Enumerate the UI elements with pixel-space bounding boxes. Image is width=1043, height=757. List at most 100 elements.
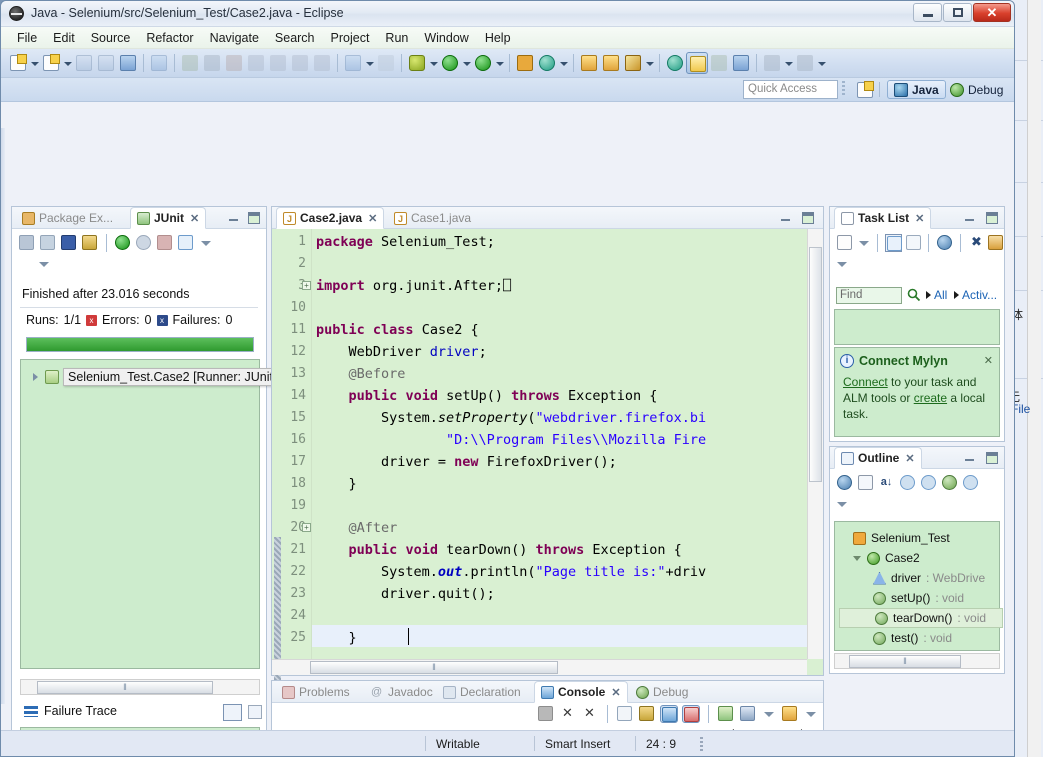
hide-fields-icon[interactable] [899,474,917,492]
print-icon[interactable] [117,52,139,74]
outline-item-selenium-test[interactable]: Selenium_Test [853,528,950,548]
compare-result-icon[interactable] [223,704,242,721]
show-failures-only-icon[interactable] [60,234,78,252]
junit-minimize-icon[interactable] [228,212,240,224]
menu-item-project[interactable]: Project [323,29,378,47]
step-into-icon[interactable] [245,52,267,74]
editor-vertical-scrollbar[interactable] [807,229,823,659]
tab-task-list-close-icon[interactable]: ✕ [915,212,924,225]
mylyn-connect-link[interactable]: Connect [843,375,888,389]
menu-item-help[interactable]: Help [477,29,519,47]
run-dropdown-icon[interactable] [461,52,472,74]
junit-toolbar-overflow-icon[interactable] [36,257,52,271]
forward-dropdown-icon[interactable] [816,52,827,74]
focus-on-active-task-icon[interactable] [836,474,854,492]
fold-toggle-icon[interactable]: + [302,523,311,532]
step-over-icon[interactable] [267,52,289,74]
source-code[interactable]: package Selenium_Test; import org.junit.A… [312,229,807,659]
remove-launch-icon[interactable]: ✕ [559,705,577,723]
pin-editor-icon[interactable] [686,52,708,74]
chevron-right-icon[interactable] [31,372,41,382]
tab-package-explorer[interactable]: Package Ex... [16,207,119,229]
editor-horizontal-scrollbar[interactable]: ‖ [272,659,807,675]
tab-case2-java[interactable]: J Case2.java ✕ [276,207,385,229]
show-console-on-output-icon[interactable] [660,705,678,723]
outline-item-teardown[interactable]: tearDown() : void [839,608,1003,628]
editor-vscroll-thumb[interactable] [809,247,822,482]
open-type-icon[interactable] [375,52,397,74]
rerun-test-icon[interactable] [114,234,132,252]
new-annotation-icon[interactable] [536,52,558,74]
outline-hscroll-thumb[interactable]: ‖ [849,655,961,668]
new-java-class-icon[interactable] [40,52,62,74]
junit-view-menu-icon[interactable] [198,236,214,250]
back-dropdown-icon[interactable] [783,52,794,74]
remove-all-terminated-icon[interactable]: ✕ [581,705,599,723]
search-icon[interactable] [906,287,922,304]
tab-case1-java[interactable]: J Case1.java [388,207,477,229]
tab-debug[interactable]: Debug [630,681,694,703]
menu-item-navigate[interactable]: Navigate [202,29,267,47]
tab-javadoc[interactable]: @ Javadoc [365,681,439,703]
menu-item-edit[interactable]: Edit [45,29,83,47]
pin-console-icon[interactable] [717,705,735,723]
junit-results-tree[interactable]: Selenium_Test.Case2 [Runner: JUnit 4] (2… [20,359,352,669]
fold-toggle-icon[interactable]: + [302,281,311,290]
outline-item-driver[interactable]: driver : WebDrive [873,568,985,588]
maximize-button[interactable] [943,3,972,22]
new-java-class-dropdown-icon[interactable] [62,52,73,74]
new-junit-test-icon[interactable] [514,52,536,74]
editor-text-area[interactable]: package Selenium_Test; import org.junit.A… [272,229,823,691]
quick-access-input[interactable]: Quick Access [743,80,838,99]
stop-icon[interactable] [156,234,174,252]
editor-maximize-icon[interactable] [802,212,814,224]
rerun-failed-icon[interactable] [135,234,153,252]
new-task-dropdown-icon[interactable] [856,236,871,250]
new-wizard-icon[interactable] [7,52,29,74]
task-filter-all[interactable]: All [926,288,947,302]
new-task-icon[interactable] [836,234,853,252]
task-list-maximize-icon[interactable] [986,212,998,224]
display-console-dropdown-icon[interactable] [761,707,777,721]
save-icon[interactable] [73,52,95,74]
connect-mylyn-close-icon[interactable]: ✕ [984,354,993,367]
collapse-all-icon[interactable] [857,474,875,492]
task-list-view-menu-icon[interactable] [834,257,850,271]
search-icon[interactable] [664,52,686,74]
external-tools-icon[interactable] [472,52,494,74]
task-find-input[interactable]: Find [836,287,902,304]
suspend-icon[interactable] [201,52,223,74]
debug-dropdown-icon[interactable] [428,52,439,74]
terminate-icon[interactable] [537,705,555,723]
menu-item-refactor[interactable]: Refactor [138,29,201,47]
toolbar-grip[interactable] [842,81,845,97]
open-folder-icon[interactable] [600,52,622,74]
sort-icon[interactable]: a↓ [878,474,896,492]
debug-icon[interactable] [406,52,428,74]
tab-console-close-icon[interactable]: ✕ [611,686,620,699]
outline-item-setup[interactable]: setUp() : void [873,588,964,608]
task-list-empty-area[interactable] [834,309,1000,345]
tab-case2-close-icon[interactable]: ✕ [368,212,377,225]
step-return-icon[interactable] [289,52,311,74]
menu-item-source[interactable]: Source [83,29,139,47]
junit-maximize-icon[interactable] [248,212,260,224]
menu-item-file[interactable]: File [9,29,45,47]
junit-hscroll-thumb[interactable]: ‖ [37,681,213,694]
tab-task-list[interactable]: Task List ✕ [834,207,932,229]
lock-scroll-icon[interactable] [81,234,99,252]
outline-tree[interactable]: Selenium_Test Case2 driver : WebDrive setUp… [834,521,1003,651]
back-icon[interactable] [761,52,783,74]
chevron-down-icon[interactable] [853,554,862,563]
tab-junit[interactable]: JUnit ✕ [130,207,207,229]
last-edit-location-icon[interactable] [622,52,644,74]
external-tools-dropdown-icon[interactable] [494,52,505,74]
synchronize-changed-icon[interactable] [936,234,953,252]
save-all-icon[interactable] [95,52,117,74]
terminate-icon[interactable] [223,52,245,74]
categorized-presentation-icon[interactable] [885,234,903,252]
hide-local-types-icon[interactable] [962,474,980,492]
next-failure-icon[interactable] [18,234,36,252]
outline-item-case2[interactable]: Case2 [853,548,920,568]
tab-outline[interactable]: Outline ✕ [834,447,922,469]
